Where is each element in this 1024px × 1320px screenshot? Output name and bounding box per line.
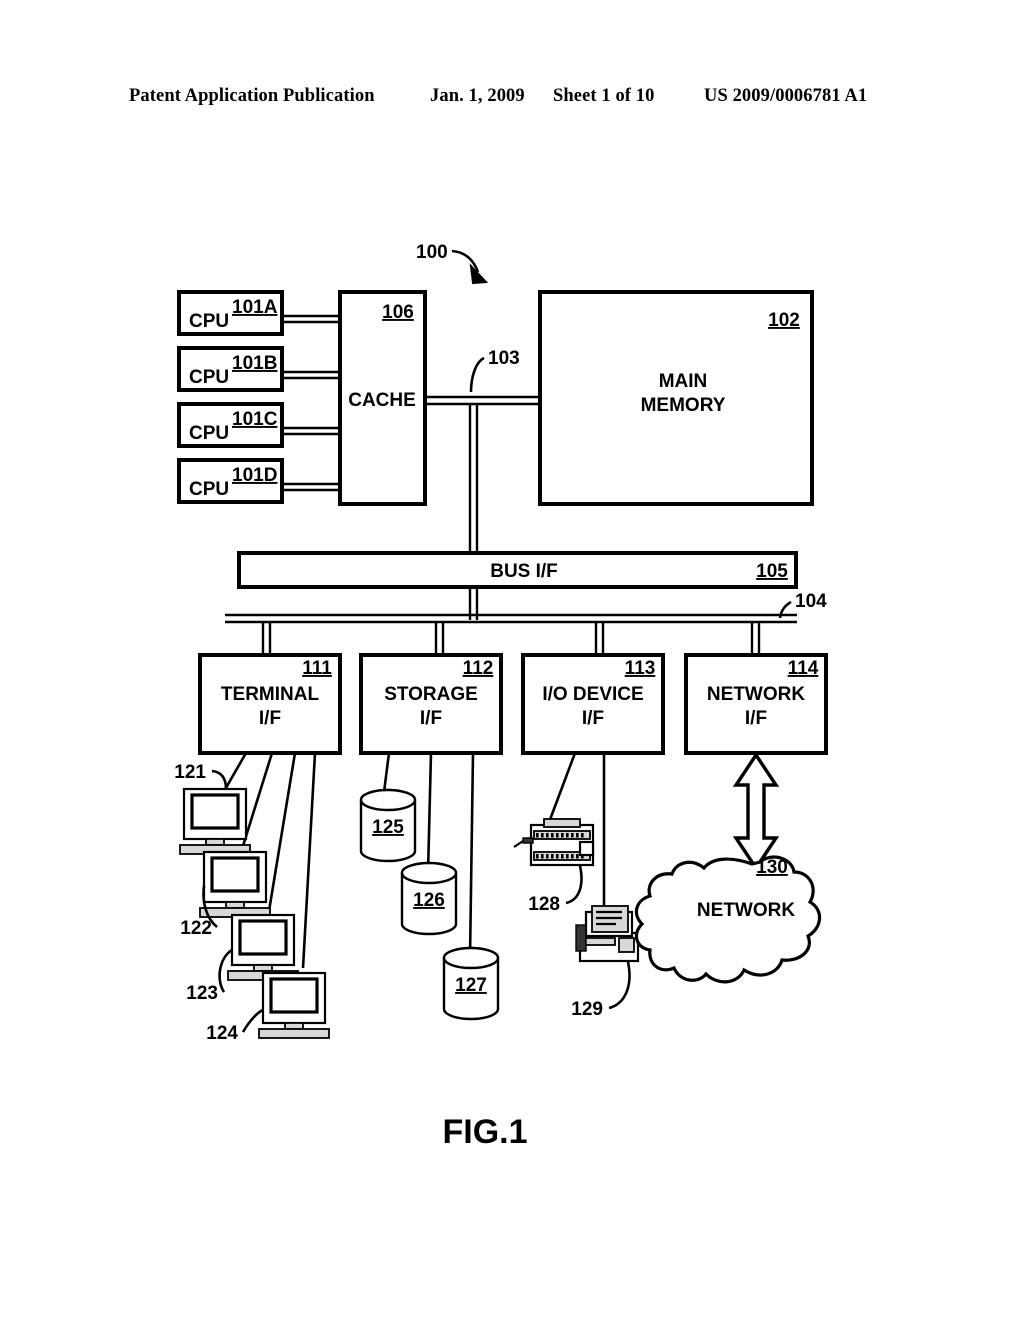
- io-device-128: 128: [513, 818, 595, 915]
- main-memory-label-line1: MAIN: [659, 371, 708, 392]
- terminal-ref-121: 121: [174, 762, 206, 783]
- main-memory-ref: 102: [768, 310, 800, 331]
- terminal-if-label-line2: I/F: [259, 708, 281, 729]
- cpu-block-101C: CPU 101C: [177, 402, 284, 448]
- bus-interface-ref: 105: [756, 561, 788, 582]
- terminal-ref-124: 124: [206, 1023, 238, 1044]
- cpu-ref-101C: 101C: [232, 409, 278, 430]
- main-memory-block: MAIN MEMORY 102: [538, 290, 814, 506]
- terminal-ref-122: 122: [180, 918, 212, 939]
- storage-device-125: 125: [359, 788, 417, 863]
- terminal-ref-123: 123: [186, 983, 218, 1004]
- cache-block: CACHE 106: [338, 290, 427, 506]
- io-device-129: 129: [571, 905, 640, 1020]
- cpu-ref-101D: 101D: [232, 465, 277, 486]
- network-if-label-line2: I/F: [745, 708, 767, 729]
- io-device-interface-block: I/O DEVICE I/F 113: [521, 653, 665, 755]
- io-bus-ref-label: 104: [795, 591, 827, 612]
- storage-device-126: 126: [400, 861, 458, 936]
- network-interface-block: NETWORK I/F 114: [684, 653, 828, 755]
- cpu-block-101B: CPU 101B: [177, 346, 284, 392]
- io-bus-104: 104: [225, 587, 827, 657]
- storage-if-ref: 112: [463, 658, 494, 679]
- cpu-ref-101A: 101A: [232, 297, 278, 318]
- io-device-ref-128: 128: [528, 894, 560, 915]
- network-cloud-ref: 130: [756, 857, 788, 878]
- cpu-label-101A: CPU: [189, 311, 229, 332]
- io-device-if-label-line2: I/F: [582, 708, 604, 729]
- cpu-label-101B: CPU: [189, 367, 229, 388]
- system-ref-label: 100: [416, 242, 448, 263]
- figure-label: FIG.1: [442, 1113, 527, 1151]
- cache-label: CACHE: [348, 390, 416, 411]
- storage-interface-block: STORAGE I/F 112: [359, 653, 503, 755]
- memory-bus-103: 103: [425, 348, 540, 554]
- memory-bus-ref-label: 103: [488, 348, 520, 369]
- cpu-cache-links: [281, 314, 340, 492]
- io-device-if-label-line1: I/O DEVICE: [542, 684, 643, 705]
- main-memory-label-line2: MEMORY: [641, 395, 726, 416]
- cpu-block-101D: CPU 101D: [177, 458, 284, 504]
- io-device-if-ref: 113: [625, 658, 656, 679]
- terminal-device-121: 121: [174, 762, 251, 855]
- storage-if-label-line2: I/F: [420, 708, 442, 729]
- terminal-if-ref: 111: [302, 658, 332, 679]
- figure-1-system-block-diagram: 100 CPU 101A CPU 101B CPU 101C CPU 101D …: [0, 0, 1024, 1320]
- system-reference-callout: 100: [416, 242, 489, 285]
- storage-device-127: 127: [442, 946, 500, 1021]
- io-device-ref-129: 129: [571, 999, 603, 1020]
- bus-interface-block: BUS I/F 105: [237, 551, 798, 589]
- terminal-device-124: 124: [206, 971, 330, 1044]
- cpu-block-101A: CPU 101A: [177, 290, 284, 336]
- network-double-arrow: [732, 751, 780, 872]
- cpu-label-101C: CPU: [189, 423, 229, 444]
- bus-interface-label: BUS I/F: [490, 561, 558, 582]
- network-if-label-line1: NETWORK: [707, 684, 805, 705]
- network-if-ref: 114: [788, 658, 819, 679]
- storage-ref-127: 127: [455, 975, 487, 996]
- network-cloud-label: NETWORK: [697, 900, 795, 921]
- network-cloud: 130 NETWORK: [634, 855, 822, 984]
- storage-ref-125: 125: [372, 817, 404, 838]
- cache-ref: 106: [382, 302, 414, 323]
- cpu-ref-101B: 101B: [232, 353, 277, 374]
- terminal-if-label-line1: TERMINAL: [221, 684, 320, 705]
- storage-ref-126: 126: [413, 890, 445, 911]
- terminal-interface-block: TERMINAL I/F 111: [198, 653, 342, 755]
- storage-if-label-line1: STORAGE: [384, 684, 478, 705]
- cpu-label-101D: CPU: [189, 479, 229, 500]
